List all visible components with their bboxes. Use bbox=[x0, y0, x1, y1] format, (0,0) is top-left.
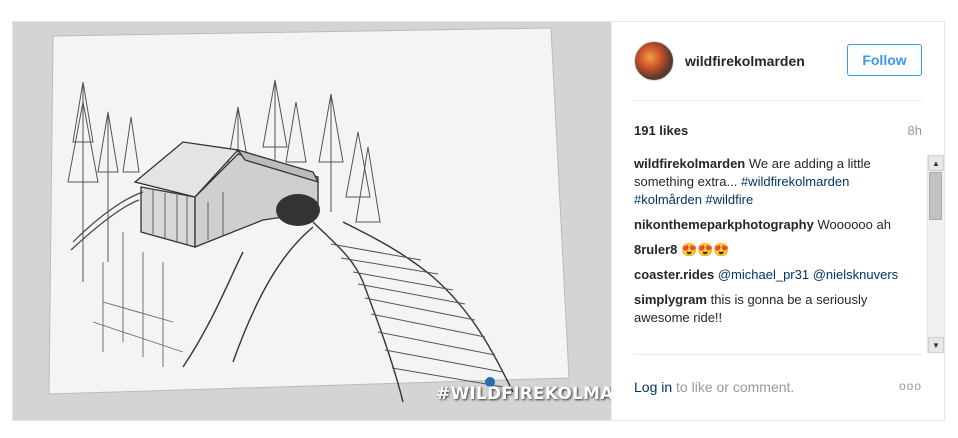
post-footer: Log in to like or comment. ooo bbox=[634, 354, 922, 421]
comment-author[interactable]: simplygram bbox=[634, 292, 707, 307]
comments-scrollbar[interactable]: ▲ ▼ bbox=[927, 155, 944, 353]
comment-item: coaster.rides @michael_pr31 @nielsknuver… bbox=[634, 266, 924, 284]
comment-author[interactable]: nikonthemeparkphotography bbox=[634, 217, 814, 232]
comment-author[interactable]: 8ruler8 bbox=[634, 242, 677, 257]
comment-text: 😍😍😍 bbox=[677, 242, 730, 257]
comments-list[interactable]: wildfirekolmarden We are adding a little… bbox=[634, 155, 924, 351]
photo-hashtag-overlay: #WILDFIREKOLMARDEN bbox=[436, 384, 611, 404]
likes-count[interactable]: 191 likes bbox=[634, 123, 688, 138]
login-prompt: Log in to like or comment. bbox=[634, 379, 794, 395]
comment-author[interactable]: coaster.rides bbox=[634, 267, 714, 282]
instagram-post: #WILDFIREKOLMARDEN wildfirekolmarden Fol… bbox=[12, 21, 945, 421]
sketch-drawing bbox=[13, 22, 611, 420]
comment-item: wildfirekolmarden We are adding a little… bbox=[634, 155, 924, 209]
post-header: wildfirekolmarden Follow bbox=[634, 22, 922, 101]
comment-text: Woooooo ah bbox=[813, 217, 891, 232]
follow-button[interactable]: Follow bbox=[847, 44, 922, 76]
comment-mentions[interactable]: @michael_pr31 @nielsknuvers bbox=[718, 267, 898, 282]
comment-author[interactable]: wildfirekolmarden bbox=[634, 156, 745, 171]
post-sidebar: wildfirekolmarden Follow 191 likes 8h wi… bbox=[611, 22, 944, 420]
post-stats: 191 likes 8h bbox=[634, 101, 922, 141]
comment-item: simplygram this is gonna be a seriously … bbox=[634, 291, 924, 327]
username-link[interactable]: wildfirekolmarden bbox=[685, 53, 805, 69]
comment-item: 8ruler8 😍😍😍 bbox=[634, 241, 924, 259]
user-avatar[interactable] bbox=[634, 41, 674, 81]
login-link[interactable]: Log in bbox=[634, 379, 672, 395]
post-photo[interactable]: #WILDFIREKOLMARDEN bbox=[13, 22, 611, 420]
scroll-thumb[interactable] bbox=[929, 172, 942, 220]
more-options-icon[interactable]: ooo bbox=[899, 379, 922, 393]
comment-item: nikonthemeparkphotography Woooooo ah bbox=[634, 216, 924, 234]
login-prompt-text: to like or comment. bbox=[672, 379, 795, 395]
scroll-down-arrow-icon[interactable]: ▼ bbox=[928, 337, 944, 353]
post-age[interactable]: 8h bbox=[908, 123, 922, 138]
scroll-up-arrow-icon[interactable]: ▲ bbox=[928, 155, 944, 171]
